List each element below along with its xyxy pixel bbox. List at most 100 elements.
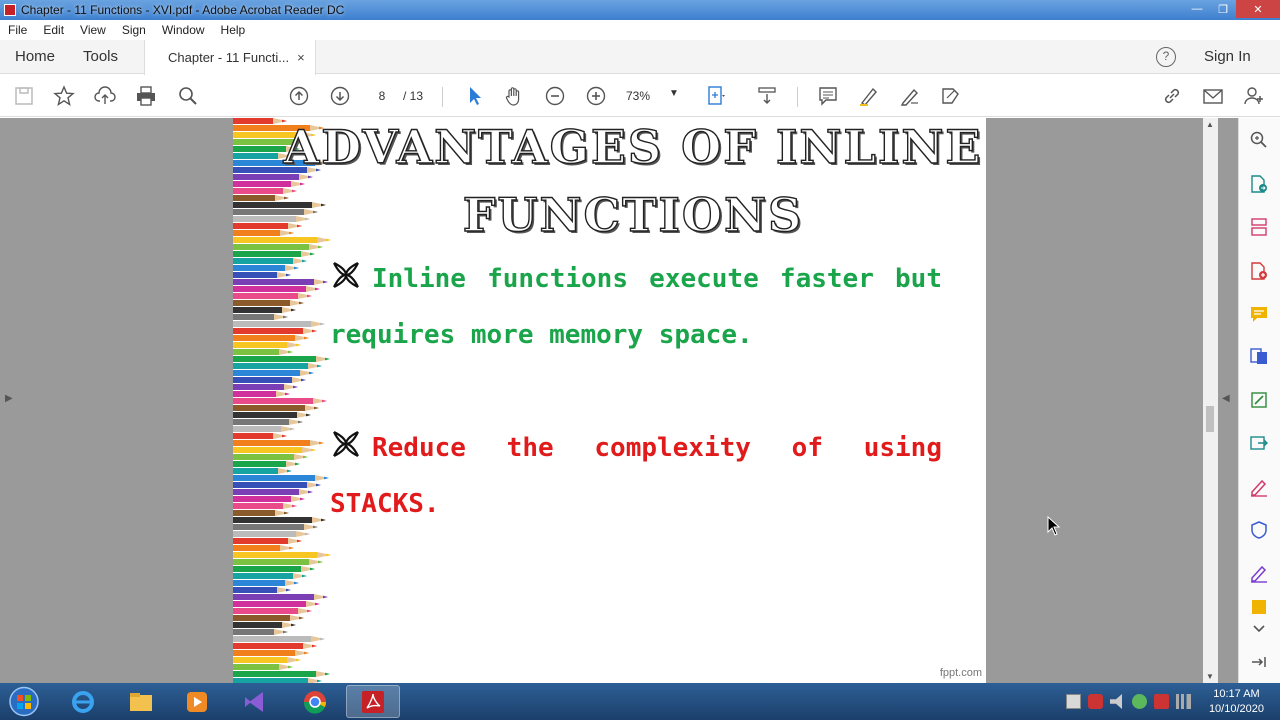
menu-file[interactable]: File — [0, 23, 35, 37]
share-link-icon[interactable] — [1159, 83, 1185, 109]
tab-tools[interactable]: Tools — [83, 48, 118, 65]
start-button[interactable] — [4, 685, 44, 718]
zoom-out-icon[interactable] — [542, 83, 568, 109]
toolbar-divider — [442, 87, 443, 107]
bullet-inline-faster-text: Inline functions execute faster but requ… — [330, 264, 942, 350]
edit-pdf-icon[interactable] — [1247, 388, 1271, 412]
chrome-taskbar-icon[interactable] — [288, 685, 342, 718]
acrobat-taskbar-icon[interactable] — [346, 685, 400, 718]
bullet-reduce-complexity-text: Reduce the complexity of using STACKS. — [330, 433, 942, 519]
upload-cloud-icon[interactable] — [92, 83, 118, 109]
bullet-inline-faster: Inline functions execute faster but requ… — [330, 251, 942, 363]
pdf-page: ADVANTAGES OF INLINE FUNCTIONS Inline fu… — [233, 118, 986, 683]
draw-pen-icon[interactable] — [897, 83, 923, 109]
search-icon[interactable] — [1247, 128, 1271, 152]
close-tab-icon[interactable]: × — [297, 50, 305, 65]
scroll-up-arrow-icon[interactable]: ▲ — [1206, 120, 1214, 129]
zoom-dropdown-caret[interactable]: ▼ — [669, 88, 679, 99]
signal-bars-icon[interactable] — [1176, 694, 1191, 709]
tab-bar: Home Tools Chapter - 11 Functi... × ? Si… — [0, 40, 1280, 75]
collapse-pane-icon[interactable] — [1247, 650, 1271, 674]
help-icon[interactable]: ? — [1156, 47, 1176, 67]
left-panel-expand-icon[interactable]: ▶ — [5, 393, 13, 404]
slide-title-line1: ADVANTAGES OF INLINE — [283, 119, 983, 174]
find-icon[interactable] — [175, 83, 201, 109]
hand-tool-icon[interactable] — [501, 83, 527, 109]
zoom-in-icon[interactable] — [583, 83, 609, 109]
window-controls: — ❐ ✕ — [1184, 0, 1280, 20]
bullet-reduce-complexity: Reduce the complexity of using STACKS. — [330, 420, 942, 532]
fit-page-icon[interactable] — [703, 83, 729, 109]
export-pdf-icon[interactable] — [1247, 172, 1271, 196]
acrobat-window: Chapter - 11 Functions - XVI.pdf - Adobe… — [0, 0, 1280, 720]
internet-explorer-taskbar-icon[interactable] — [56, 685, 110, 718]
scroll-down-arrow-icon[interactable]: ▼ — [1206, 672, 1214, 681]
stamp-icon[interactable] — [1247, 600, 1271, 614]
menu-window[interactable]: Window — [154, 23, 213, 37]
scrollbar-thumb[interactable] — [1206, 406, 1214, 432]
previous-page-icon[interactable] — [286, 83, 312, 109]
document-viewport[interactable]: ▶ ADVANTAGES OF INLINE FUNCTIONS Inline … — [0, 118, 1238, 683]
sign-in-link[interactable]: Sign In — [1204, 48, 1251, 65]
security-alert-icon[interactable] — [1154, 694, 1169, 709]
comment-icon[interactable] — [815, 83, 841, 109]
visual-studio-taskbar-icon[interactable] — [228, 685, 282, 718]
menu-sign[interactable]: Sign — [114, 23, 154, 37]
media-player-taskbar-icon[interactable] — [170, 685, 224, 718]
mouse-cursor-icon — [1047, 516, 1061, 536]
tab-home[interactable]: Home — [15, 48, 55, 65]
chevron-down-icon[interactable] — [1247, 616, 1271, 640]
vertical-scrollbar[interactable]: ▲ ▼ — [1203, 118, 1218, 683]
system-tray — [1066, 694, 1191, 709]
print-icon[interactable] — [133, 83, 159, 109]
save-icon[interactable] — [11, 83, 37, 109]
scroll-mode-icon[interactable] — [754, 83, 780, 109]
menu-view[interactable]: View — [72, 23, 114, 37]
fill-sign-icon[interactable] — [1247, 475, 1271, 499]
bullet-symbol-icon — [333, 262, 359, 288]
create-pdf-icon[interactable] — [1247, 259, 1271, 283]
file-explorer-taskbar-icon[interactable] — [114, 685, 168, 718]
main-toolbar: 8 / 13 73% ▼ — [0, 75, 1280, 117]
more-tools-pen-icon[interactable] — [1247, 561, 1271, 585]
slide-title-line2: FUNCTIONS — [462, 187, 804, 242]
bullet-symbol-icon — [333, 431, 359, 457]
next-page-icon[interactable] — [327, 83, 353, 109]
right-pane-collapse-icon[interactable]: ◀ — [1222, 393, 1230, 404]
clock-time: 10:17 AM — [1213, 688, 1260, 700]
close-button[interactable]: ✕ — [1236, 0, 1280, 18]
organize-pages-icon[interactable] — [1247, 215, 1271, 239]
tab-document-label: Chapter - 11 Functi... — [168, 50, 290, 65]
protect-shield-icon[interactable] — [1247, 518, 1271, 542]
page-total: / 13 — [403, 89, 424, 103]
menu-bar: File Edit View Sign Window Help — [0, 20, 1280, 40]
add-user-icon[interactable] — [1241, 83, 1267, 109]
volume-icon[interactable] — [1110, 694, 1122, 709]
menu-edit[interactable]: Edit — [35, 23, 72, 37]
menu-help[interactable]: Help — [213, 23, 254, 37]
minimize-button[interactable]: — — [1184, 0, 1210, 18]
windows-taskbar: 10:17 AM 10/10/2020 — [0, 683, 1280, 720]
highlight-pen-icon[interactable] — [856, 83, 882, 109]
taskbar-clock[interactable]: 10:17 AM 10/10/2020 — [1209, 687, 1264, 717]
tab-document[interactable]: Chapter - 11 Functi... × — [144, 40, 316, 75]
comment-tool-icon[interactable] — [1247, 302, 1271, 326]
bookmark-star-icon[interactable] — [51, 83, 77, 109]
combine-files-icon[interactable] — [1247, 344, 1271, 368]
maximize-button[interactable]: ❐ — [1210, 0, 1236, 18]
action-center-icon[interactable] — [1066, 694, 1081, 709]
sign-tool-icon[interactable] — [938, 83, 964, 109]
watermark-text: fppt.com — [939, 667, 982, 679]
send-for-review-icon[interactable] — [1247, 431, 1271, 455]
clock-date: 10/10/2020 — [1208, 703, 1264, 715]
select-cursor-icon[interactable] — [461, 83, 487, 109]
zoom-level-input[interactable]: 73% — [626, 89, 650, 103]
acrobat-app-icon — [4, 4, 16, 16]
page-number-input[interactable]: 8 — [364, 85, 400, 107]
window-title: Chapter - 11 Functions - XVI.pdf - Adobe… — [21, 3, 345, 17]
email-icon[interactable] — [1200, 83, 1226, 109]
title-bar: Chapter - 11 Functions - XVI.pdf - Adobe… — [0, 0, 1280, 20]
network-icon[interactable] — [1132, 694, 1147, 709]
toolbar-divider — [797, 87, 798, 107]
antivirus-icon[interactable] — [1088, 694, 1103, 709]
